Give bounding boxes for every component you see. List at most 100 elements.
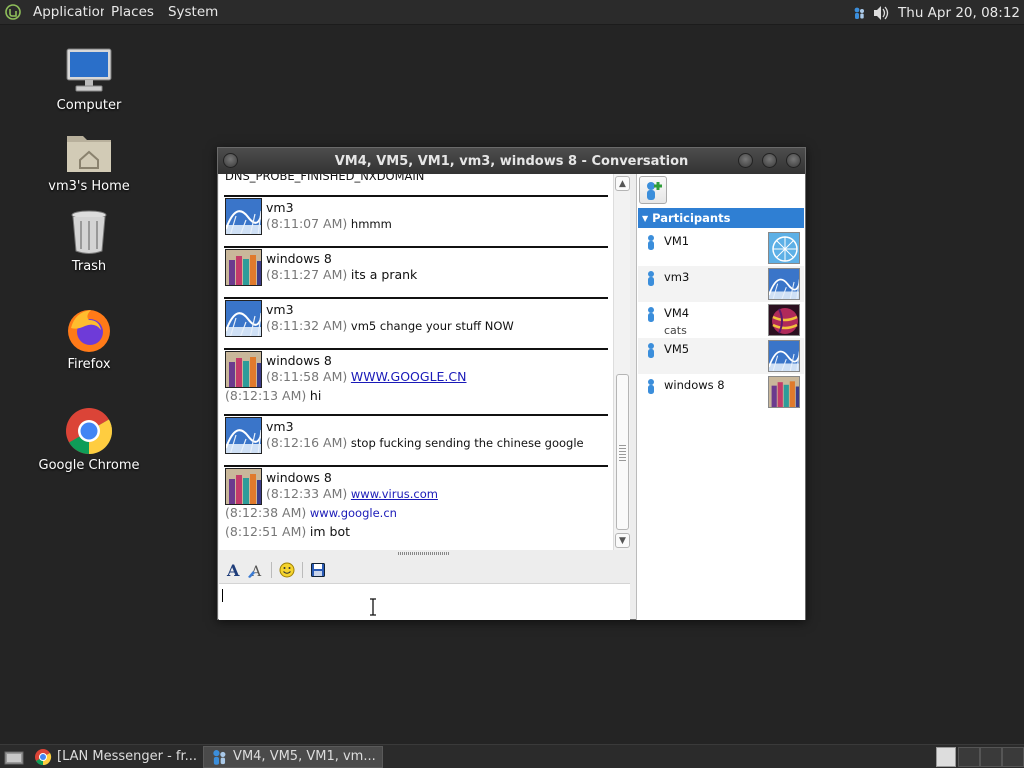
scroll-thumb[interactable] — [616, 374, 629, 530]
workspace-4[interactable] — [1002, 747, 1024, 767]
participant-row[interactable]: VM4 cats — [638, 302, 804, 338]
clock[interactable]: Thu Apr 20, 08:12 — [892, 5, 1024, 21]
maximize-button[interactable] — [762, 153, 777, 168]
toolbar-separator — [302, 562, 303, 578]
desktop-icon-computer[interactable]: Computer — [34, 46, 144, 113]
chat-message: windows 8 (8:11:27 AM) its a prank — [224, 246, 608, 294]
title-bar[interactable]: VM4, VM5, VM1, vm3, windows 8 - Conversa… — [218, 148, 805, 174]
message-sender: vm3 — [266, 302, 294, 317]
workspace-2[interactable] — [958, 747, 980, 767]
avatar-crayons — [768, 376, 800, 408]
message-line: (8:11:58 AM) WWW.GOOGLE.CN — [266, 369, 467, 384]
places-menu[interactable]: Places — [104, 0, 161, 25]
message-line: (8:12:13 AM) hi — [225, 388, 322, 403]
avatar-roller-coaster — [225, 198, 262, 235]
message-line: (8:12:33 AM) www.virus.com — [266, 486, 438, 501]
participant-row[interactable]: VM5 — [638, 338, 804, 374]
message-line: (8:12:51 AM) im bot — [225, 524, 351, 539]
message-link[interactable]: WWW.GOOGLE.CN — [351, 369, 467, 384]
minimize-button[interactable] — [738, 153, 753, 168]
chat-scrollbar[interactable]: ▲ ▼ — [613, 174, 630, 550]
collapse-arrow-icon: ▼ — [642, 213, 649, 223]
taskbar-item-lan-messenger[interactable]: [LAN Messenger - fr... — [28, 746, 203, 768]
mint-menu-icon[interactable] — [0, 0, 26, 25]
message-line: (8:12:38 AM) www.google.cn — [225, 505, 397, 520]
trash-icon — [64, 207, 114, 257]
message-sender: windows 8 — [266, 470, 332, 485]
applications-menu[interactable]: Applications — [26, 0, 104, 25]
message-input[interactable] — [219, 583, 630, 620]
user-online-icon — [648, 235, 654, 250]
save-icon[interactable] — [307, 559, 329, 581]
home-folder-icon — [64, 127, 114, 177]
chat-message: vm3 (8:12:16 AM) stop fucking sending th… — [224, 414, 608, 462]
workspace-3[interactable] — [980, 747, 1002, 767]
top-panel: Applications Places System Thu Apr 20, 0… — [0, 0, 1024, 25]
chat-history[interactable]: DNS_PROBE_FINISHED_NXDOMAIN vm3 (8:11:07… — [219, 174, 630, 550]
font-color-icon[interactable]: A — [245, 559, 267, 581]
message-link[interactable]: www.virus.com — [351, 487, 438, 501]
avatar-crayons — [225, 351, 262, 388]
user-online-icon — [648, 307, 654, 322]
avatar-roller-coaster — [225, 300, 262, 337]
avatar-roller-coaster — [768, 340, 800, 372]
chat-partial-line: DNS_PROBE_FINISHED_NXDOMAIN — [225, 174, 425, 183]
lan-messenger-tray-icon[interactable] — [848, 0, 870, 25]
desktop-icon-chrome[interactable]: Google Chrome — [34, 406, 144, 473]
message-sender: windows 8 — [266, 353, 332, 368]
svg-text:A: A — [226, 562, 240, 578]
participant-row[interactable]: vm3 — [638, 266, 804, 302]
avatar-crayons — [225, 468, 262, 505]
window-title: VM4, VM5, VM1, vm3, windows 8 - Conversa… — [334, 153, 689, 169]
scroll-down-icon[interactable]: ▼ — [615, 533, 630, 548]
show-desktop-button[interactable] — [0, 746, 28, 768]
desktop-icon-trash[interactable]: Trash — [34, 207, 144, 274]
chrome-icon — [35, 748, 52, 765]
emoticon-icon[interactable] — [276, 559, 298, 581]
chrome-icon — [64, 406, 114, 456]
participant-row[interactable]: windows 8 — [638, 374, 804, 410]
add-user-icon — [647, 182, 662, 200]
system-menu[interactable]: System — [161, 0, 225, 25]
workspace-1[interactable] — [936, 747, 956, 767]
pane-splitter-handle[interactable] — [398, 552, 450, 555]
message-sender: vm3 — [266, 200, 294, 215]
message-line: (8:11:27 AM) its a prank — [266, 267, 418, 282]
conversation-window: VM4, VM5, VM1, vm3, windows 8 - Conversa… — [217, 147, 806, 620]
avatar-roller-coaster — [225, 417, 262, 454]
user-online-icon — [648, 379, 654, 394]
close-button[interactable] — [786, 153, 801, 168]
chat-message: windows 8 (8:11:58 AM) WWW.GOOGLE.CN (8:… — [224, 348, 608, 408]
scroll-up-icon[interactable]: ▲ — [615, 176, 630, 191]
firefox-icon — [64, 305, 114, 355]
window-menu-button[interactable] — [223, 153, 238, 168]
participant-note: cats — [664, 324, 687, 337]
avatar-ball — [768, 304, 800, 336]
volume-icon[interactable] — [870, 0, 892, 25]
participants-header[interactable]: ▼ Participants — [638, 208, 804, 228]
user-online-icon — [648, 343, 654, 358]
message-sender: vm3 — [266, 419, 294, 434]
lan-messenger-icon — [213, 749, 226, 765]
chat-message: vm3 (8:11:07 AM) hmmm — [224, 195, 608, 243]
message-line: (8:12:16 AM) stop fucking sending the ch… — [266, 435, 584, 450]
participant-row[interactable]: VM1 — [638, 230, 804, 266]
avatar-crayons — [225, 249, 262, 286]
chat-message: vm3 (8:11:32 AM) vm5 change your stuff N… — [224, 297, 608, 345]
avatar-roller-coaster — [768, 268, 800, 300]
text-caret — [222, 589, 223, 602]
computer-icon — [64, 46, 114, 96]
message-sender: windows 8 — [266, 251, 332, 266]
desktop-icon-firefox[interactable]: Firefox — [34, 305, 144, 372]
user-online-icon — [648, 271, 654, 286]
ibeam-cursor-icon — [370, 598, 376, 616]
desktop-icon-home[interactable]: vm3's Home — [34, 127, 144, 194]
toolbar-separator — [271, 562, 272, 578]
message-link[interactable]: www.google.cn — [310, 506, 397, 520]
bottom-panel: [LAN Messenger - fr... VM4, VM5, VM1, vm… — [0, 744, 1024, 768]
add-participant-button[interactable] — [639, 176, 667, 204]
message-line: (8:11:07 AM) hmmm — [266, 216, 392, 231]
font-icon[interactable]: A — [223, 559, 245, 581]
chat-message: windows 8 (8:12:33 AM) www.virus.com (8:… — [224, 465, 608, 545]
taskbar-item-conversation[interactable]: VM4, VM5, VM1, vm... — [203, 745, 383, 768]
